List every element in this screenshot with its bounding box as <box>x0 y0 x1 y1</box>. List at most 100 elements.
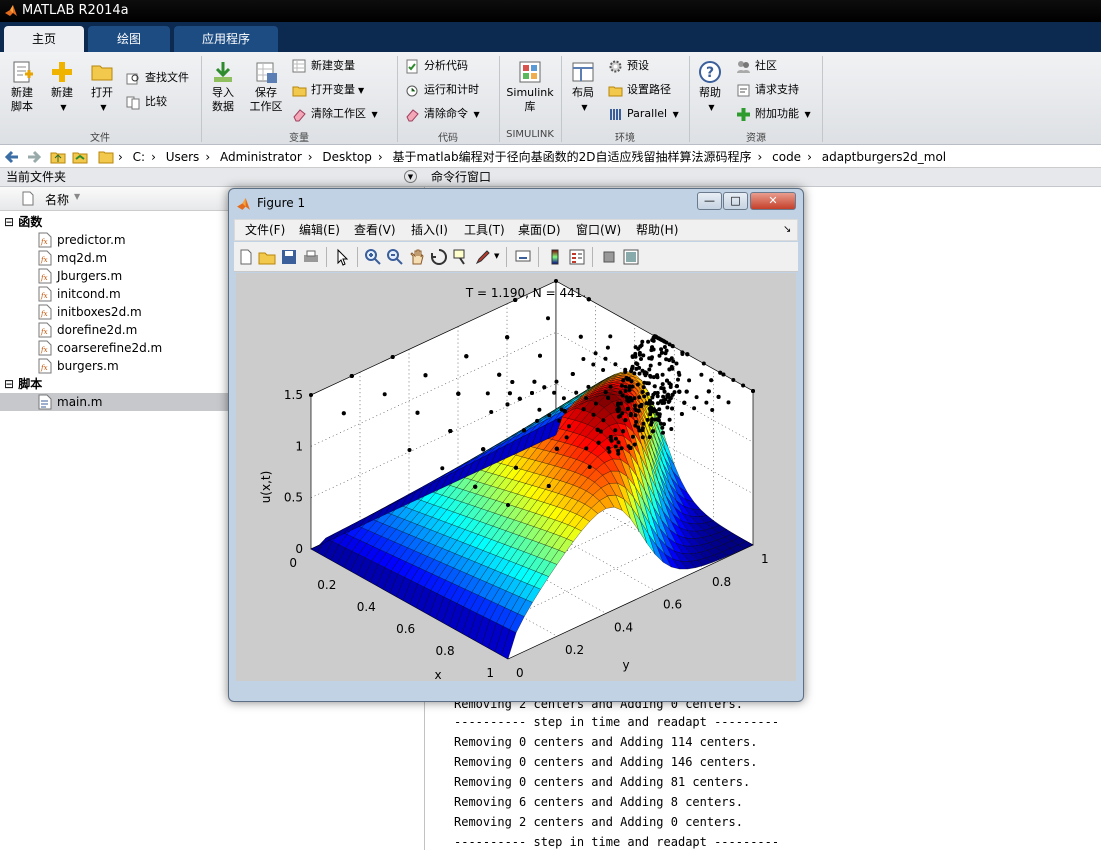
new-variable-button[interactable]: 新建变量 <box>292 56 355 76</box>
menu-desktop[interactable]: 桌面(D) <box>518 220 561 240</box>
tab-apps[interactable]: 应用程序 <box>174 26 278 52</box>
dock-arrow-icon[interactable]: ↘ <box>783 220 791 240</box>
zoom-out-icon[interactable] <box>386 248 404 266</box>
tab-home[interactable]: 主页 <box>4 26 84 52</box>
center-point <box>662 422 666 427</box>
colorbar-icon[interactable] <box>546 248 564 266</box>
request-support-button[interactable]: 请求支持 <box>736 80 799 100</box>
file-item[interactable]: fx initboxes2d.m <box>38 303 142 321</box>
compare-button[interactable]: 比较 <box>126 92 167 112</box>
clear-commands-button[interactable]: 清除命令 ▼ <box>405 104 480 124</box>
file-item[interactable]: fx burgers.m <box>38 357 119 375</box>
group-label-code: 代码 <box>438 133 458 144</box>
panel-menu-chevron-icon[interactable]: ▼ <box>404 170 417 183</box>
menu-tools[interactable]: 工具(T) <box>464 220 505 240</box>
clear-workspace-button[interactable]: 清除工作区 ▼ <box>292 104 378 124</box>
rotate-3d-icon[interactable] <box>430 248 448 266</box>
open-variable-button[interactable]: 打开变量 ▼ <box>292 80 364 100</box>
breadcrumb-item[interactable]: C: <box>133 150 145 164</box>
center-point <box>489 410 494 414</box>
sort-chevron-icon[interactable]: ▼ <box>74 192 80 201</box>
center-point <box>679 412 684 416</box>
collapse-icon[interactable]: ⊟ <box>4 215 14 229</box>
new-figure-icon[interactable] <box>237 248 255 266</box>
file-item[interactable]: fx Jburgers.m <box>38 267 122 285</box>
browse-folder-icon[interactable] <box>72 149 88 165</box>
center-point <box>390 355 395 359</box>
analyze-code-button[interactable]: 分析代码 <box>405 56 468 76</box>
open-file-icon[interactable] <box>258 248 276 266</box>
legend-icon[interactable] <box>568 248 586 266</box>
preferences-button[interactable]: 预设 <box>608 56 649 76</box>
center-point <box>636 425 641 430</box>
breadcrumb-item[interactable]: Administrator <box>220 150 302 164</box>
pan-hand-icon[interactable] <box>408 248 426 266</box>
menu-window[interactable]: 窗口(W) <box>576 220 621 240</box>
scripts-section[interactable]: ⊟ 脚本 <box>4 375 42 393</box>
menu-view[interactable]: 查看(V) <box>354 220 396 240</box>
center-point <box>667 342 672 347</box>
find-files-icon <box>126 73 139 84</box>
center-point <box>625 406 630 411</box>
functions-section[interactable]: ⊟ 函数 <box>4 213 42 231</box>
collapse-icon[interactable]: ⊟ <box>4 377 14 391</box>
pointer-icon[interactable] <box>333 248 351 266</box>
center-point <box>731 378 736 382</box>
up-folder-icon[interactable] <box>50 149 66 165</box>
new-script-button[interactable]: 新建 脚本 <box>4 60 40 114</box>
center-point <box>710 408 715 412</box>
link-plot-icon[interactable] <box>514 248 532 266</box>
breadcrumb-item[interactable]: adaptburgers2d_mol <box>822 150 946 164</box>
close-button[interactable]: ✕ <box>750 192 796 210</box>
back-arrow-icon[interactable] <box>4 149 20 165</box>
file-name: main.m <box>57 395 103 409</box>
menu-edit[interactable]: 编辑(E) <box>299 220 340 240</box>
run-and-time-button[interactable]: 运行和计时 <box>405 80 479 100</box>
breadcrumb-item[interactable]: 基于matlab编程对于径向基函数的2D自适应残留抽样算法源码程序 <box>393 150 752 164</box>
print-icon[interactable] <box>302 248 320 266</box>
figure-window[interactable]: Figure 1 — □ ✕ 文件(F) 编辑(E) 查看(V) 插入(I) 工… <box>228 188 804 702</box>
hide-plot-tools-icon[interactable] <box>600 248 618 266</box>
find-files-button[interactable]: 查找文件 <box>126 68 189 88</box>
menu-file[interactable]: 文件(F) <box>245 220 285 240</box>
save-workspace-button[interactable]: 保存 工作区 <box>246 60 286 114</box>
file-item[interactable]: fx mq2d.m <box>38 249 107 267</box>
brush-icon[interactable] <box>474 248 492 266</box>
breadcrumb-item[interactable]: Users <box>166 150 200 164</box>
breadcrumb-item[interactable]: code <box>772 150 801 164</box>
add-ons-icon <box>737 107 750 121</box>
save-icon[interactable] <box>280 248 298 266</box>
command-output-line: ---------- step in time and readapt ----… <box>454 715 780 729</box>
community-button[interactable]: 社区 <box>736 56 777 76</box>
name-column-header[interactable]: 名称 <box>45 191 69 208</box>
file-item[interactable]: fx initcond.m <box>38 285 121 303</box>
data-cursor-icon[interactable] <box>452 248 470 266</box>
show-plot-tools-icon[interactable] <box>622 248 640 266</box>
center-point <box>646 381 651 386</box>
maximize-button[interactable]: □ <box>723 192 748 210</box>
breadcrumb-item[interactable]: Desktop <box>322 150 372 164</box>
tab-plots[interactable]: 绘图 <box>88 26 170 52</box>
menu-insert[interactable]: 插入(I) <box>411 220 448 240</box>
chevron-down-icon[interactable]: ▼ <box>494 252 499 260</box>
parallel-label: Parallel <box>627 107 668 120</box>
set-path-button[interactable]: 设置路径 <box>608 80 671 100</box>
forward-arrow-icon[interactable] <box>26 149 42 165</box>
help-button[interactable]: ? 帮助 ▼ <box>694 60 726 115</box>
simulink-library-button[interactable]: Simulink 库 <box>504 60 556 114</box>
new-button[interactable]: 新建 ▼ <box>46 60 78 115</box>
file-item[interactable]: fx coarserefine2d.m <box>38 339 162 357</box>
zoom-in-icon[interactable] <box>364 248 382 266</box>
surface-plot[interactable]: 0 0.5 1 1.5 0 0.2 0.4 0.6 0.8 1 0 0.2 0.4 0.6 0.8 1 T =… <box>236 273 796 682</box>
parallel-button[interactable]: Parallel ▼ <box>608 104 679 124</box>
menu-help[interactable]: 帮助(H) <box>636 220 678 240</box>
file-item[interactable]: fx dorefine2d.m <box>38 321 137 339</box>
layout-button[interactable]: 布局 ▼ <box>566 60 600 115</box>
import-data-button[interactable]: 导入 数据 <box>206 60 240 114</box>
add-ons-button[interactable]: 附加功能 ▼ <box>736 104 811 124</box>
minimize-button[interactable]: — <box>697 192 722 210</box>
file-item-selected[interactable]: main.m <box>0 393 232 411</box>
file-item[interactable]: fx predictor.m <box>38 231 126 249</box>
open-button[interactable]: 打开 ▼ <box>84 60 120 115</box>
figure-canvas[interactable]: 0 0.5 1 1.5 0 0.2 0.4 0.6 0.8 1 0 0.2 0.4 0.6 0.8 1 T =… <box>236 273 796 682</box>
